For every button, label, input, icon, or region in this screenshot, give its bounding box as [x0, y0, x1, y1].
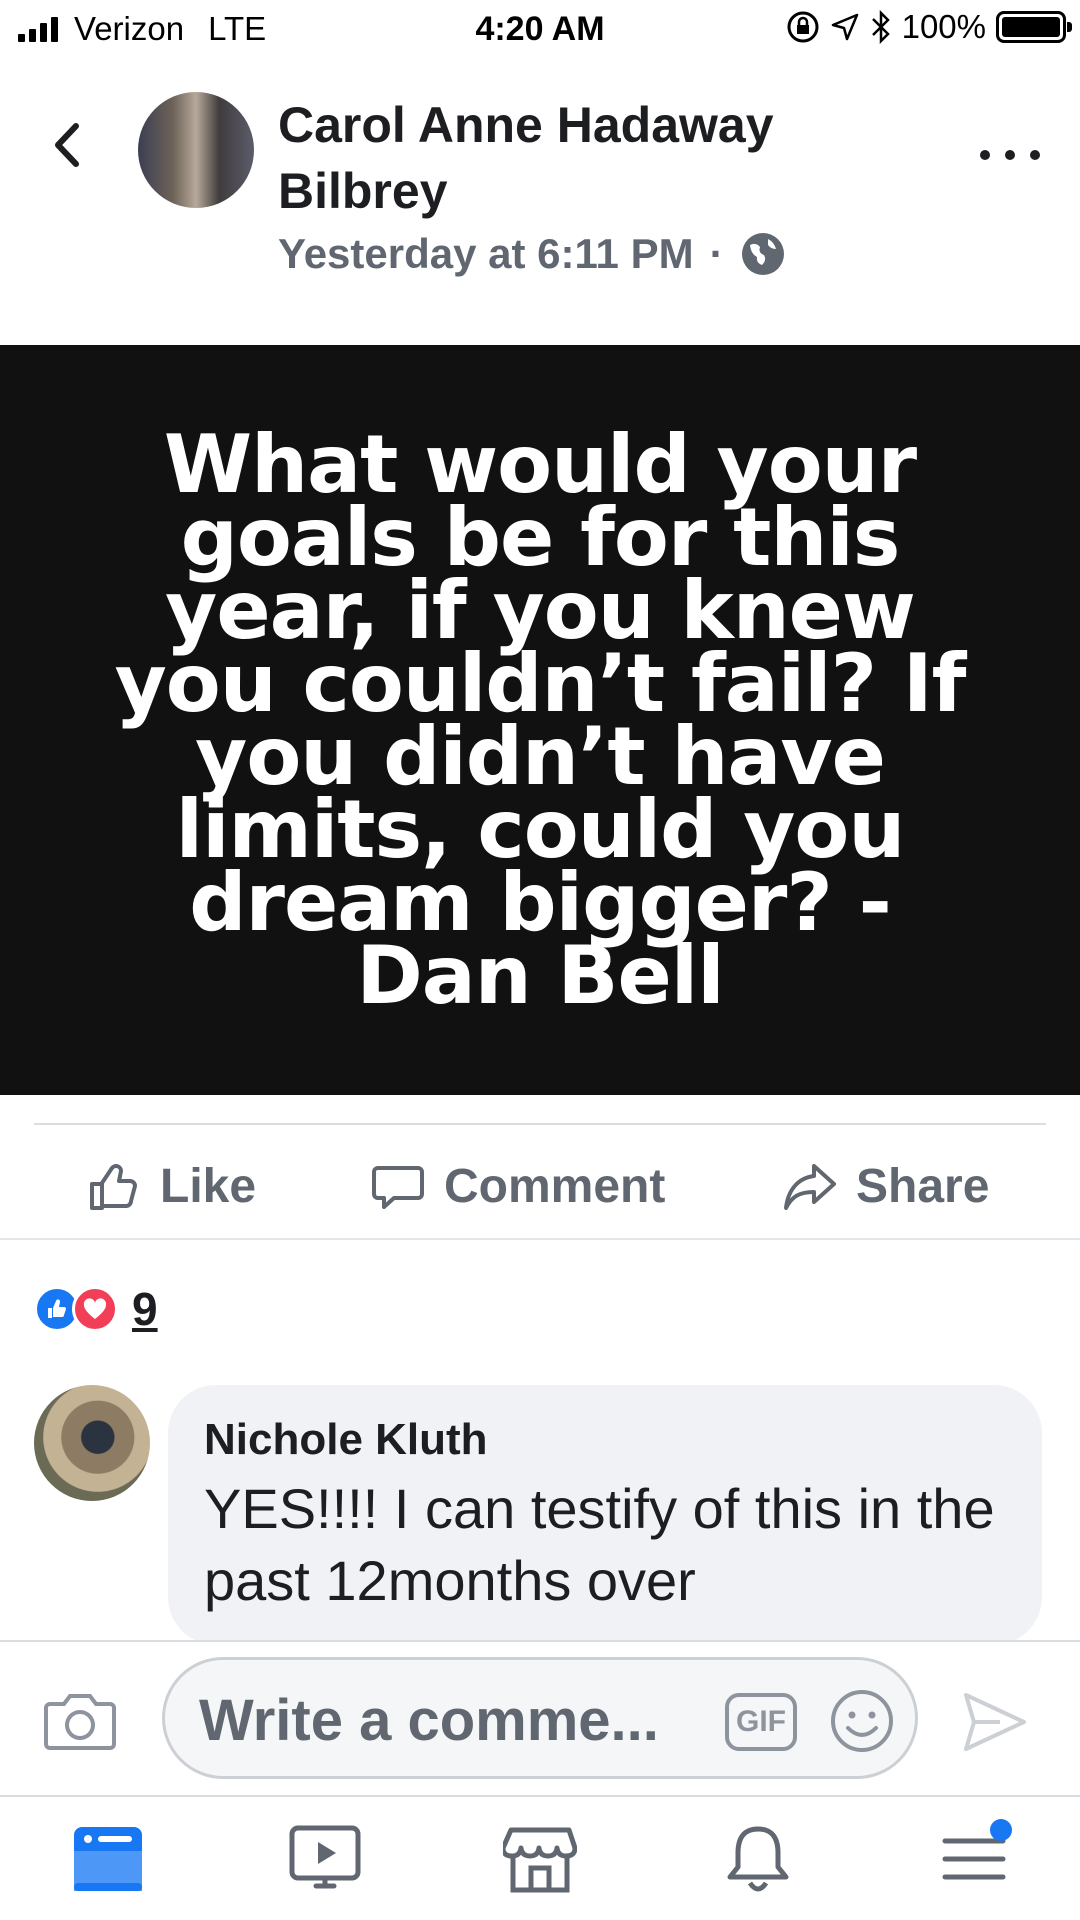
video-icon	[289, 1825, 361, 1889]
comment-text: YES!!!! I can testify of this in the pas…	[204, 1477, 995, 1612]
send-icon[interactable]	[960, 1687, 1030, 1757]
comment-bubble[interactable]: Nichole Kluth YES!!!! I can testify of t…	[168, 1385, 1042, 1645]
battery-percent: 100%	[901, 8, 986, 45]
status-bar: Verizon LTE 4:20 AM 100%	[0, 0, 1080, 60]
camera-icon[interactable]	[44, 1690, 116, 1752]
back-arrow-icon[interactable]	[44, 120, 94, 170]
comment-composer: GIF	[0, 1640, 1080, 1795]
comment-icon	[372, 1166, 424, 1209]
commenter-avatar[interactable]	[34, 1385, 150, 1501]
reactions-summary[interactable]: 9	[34, 1282, 158, 1336]
marketplace-icon	[503, 1827, 577, 1893]
meta-separator: ·	[709, 230, 724, 277]
battery-icon	[996, 11, 1072, 43]
post-meta: Yesterday at 6:11 PM ·	[278, 230, 786, 278]
post-timestamp[interactable]: Yesterday at 6:11 PM	[278, 230, 694, 278]
post-image[interactable]: What would your goals be for this year, …	[0, 345, 1080, 1095]
share-button[interactable]: Share	[782, 1158, 989, 1214]
bell-icon	[727, 1826, 789, 1892]
orientation-lock-icon	[787, 11, 819, 43]
status-bar-right: 100%	[786, 8, 1072, 46]
nav-menu[interactable]	[934, 1819, 1014, 1899]
comment-button[interactable]: Comment	[370, 1158, 665, 1214]
gif-button[interactable]: GIF	[725, 1693, 797, 1751]
comment-author[interactable]: Nichole Kluth	[204, 1415, 1006, 1465]
more-options-button[interactable]	[980, 140, 1040, 170]
dot-icon	[1030, 150, 1040, 160]
nav-notifications[interactable]	[718, 1819, 798, 1899]
bluetooth-icon	[871, 10, 890, 44]
like-label: Like	[160, 1159, 257, 1213]
divider	[0, 1238, 1080, 1240]
reaction-count[interactable]: 9	[132, 1282, 158, 1336]
like-button[interactable]: Like	[86, 1158, 256, 1214]
share-label: Share	[856, 1159, 990, 1213]
comment-label: Comment	[444, 1159, 666, 1213]
globe-icon	[741, 233, 784, 275]
nav-marketplace[interactable]	[500, 1819, 580, 1899]
author-name[interactable]: Carol Anne Hadaway Bilbrey	[278, 92, 928, 224]
post-actions: Like Comment Share	[0, 1130, 1080, 1240]
news-feed-icon	[74, 1827, 142, 1891]
love-reaction-icon	[72, 1286, 118, 1332]
thumbs-up-icon	[90, 1164, 137, 1210]
nav-news-feed[interactable]	[68, 1819, 148, 1899]
post-header: Carol Anne Hadaway Bilbrey Yesterday at …	[0, 70, 1080, 300]
divider	[34, 1123, 1046, 1125]
share-arrow-icon	[784, 1164, 836, 1210]
notification-dot	[990, 1819, 1012, 1841]
emoji-icon[interactable]	[829, 1688, 895, 1754]
dot-icon	[1005, 150, 1015, 160]
comment-input[interactable]	[199, 1690, 719, 1750]
location-icon	[831, 13, 858, 41]
quote-text: What would your goals be for this year, …	[114, 418, 967, 1022]
bottom-navigation	[0, 1795, 1080, 1920]
comment-input-field[interactable]: GIF	[162, 1657, 918, 1779]
author-avatar[interactable]	[138, 92, 254, 208]
dot-icon	[980, 150, 990, 160]
nav-watch[interactable]	[285, 1819, 365, 1899]
